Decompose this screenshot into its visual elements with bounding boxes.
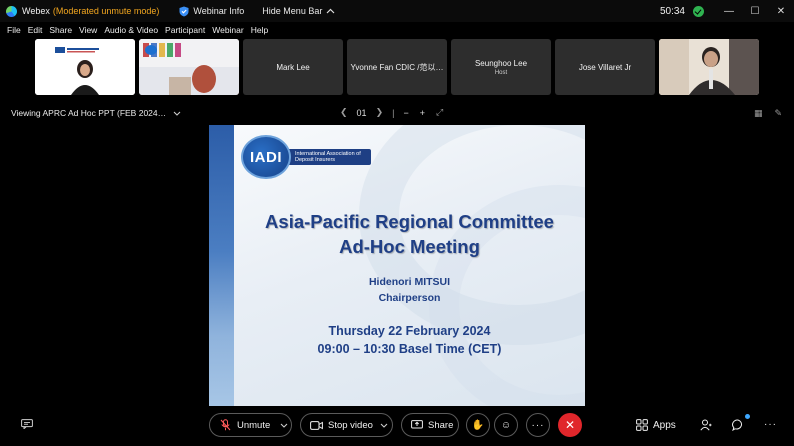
muted-microphone-icon bbox=[220, 419, 231, 431]
unmute-mode-label: (Moderated unmute mode) bbox=[52, 6, 160, 16]
participant-name: Seunghoo Lee bbox=[474, 58, 528, 68]
apps-button[interactable]: Apps bbox=[636, 419, 676, 431]
unmute-label: Unmute bbox=[237, 419, 271, 431]
shared-content-title: Viewing APRC Ad Hoc PPT (FEB 2024… bbox=[11, 108, 167, 118]
iadi-logo-mark: IADI bbox=[241, 135, 291, 179]
menu-participant[interactable]: Participant bbox=[165, 25, 205, 35]
meeting-timer: 50:34 bbox=[659, 5, 685, 17]
layout-grid-icon[interactable]: ▦ bbox=[754, 108, 763, 119]
share-button[interactable]: Share bbox=[401, 413, 459, 437]
more-options-button[interactable]: ··· bbox=[526, 413, 550, 437]
slide-presenter-role: Chairperson bbox=[378, 292, 441, 304]
webinar-info-button[interactable]: Webinar Info bbox=[179, 6, 244, 17]
smiley-icon: ☺ bbox=[500, 419, 512, 431]
chat-bubble-icon bbox=[732, 419, 742, 431]
chat-notification-badge bbox=[745, 414, 750, 419]
previous-page-icon[interactable]: ❮ bbox=[340, 107, 348, 118]
chat-panel-button[interactable] bbox=[732, 419, 744, 431]
menu-webinar[interactable]: Webinar bbox=[212, 25, 244, 35]
connection-status-icon bbox=[693, 5, 704, 17]
unmute-button[interactable]: Unmute bbox=[209, 413, 292, 437]
participant-video-feed bbox=[139, 39, 239, 95]
stop-video-button[interactable]: Stop video bbox=[300, 413, 393, 437]
iadi-logo: IADI International Association of Deposi… bbox=[241, 135, 371, 179]
chevron-down-icon bbox=[173, 111, 181, 116]
chevron-down-icon[interactable] bbox=[280, 423, 288, 428]
participant-tile-seunghoo-lee[interactable]: Seunghoo Lee Host bbox=[451, 39, 551, 95]
slide-title-line-2: Ad-Hoc Meeting bbox=[339, 236, 480, 257]
hide-menu-bar-button[interactable]: Hide Menu Bar bbox=[262, 6, 335, 16]
fit-to-window-icon[interactable]: ⤢ bbox=[436, 107, 443, 118]
more-options-icon: ··· bbox=[764, 419, 777, 430]
participant-tile-jose-villaret[interactable]: Jose Villaret Jr bbox=[555, 39, 655, 95]
webex-logo-icon bbox=[6, 5, 17, 17]
shield-icon bbox=[179, 6, 189, 16]
stop-video-label: Stop video bbox=[328, 419, 373, 431]
more-options-icon: ··· bbox=[531, 419, 545, 431]
participant-tile-video-3[interactable] bbox=[659, 39, 759, 95]
chevron-down-icon[interactable] bbox=[380, 423, 388, 428]
close-button[interactable]: ✕ bbox=[768, 0, 794, 22]
zoom-out-icon[interactable]: − bbox=[403, 108, 408, 118]
next-page-icon[interactable]: ❯ bbox=[376, 107, 384, 118]
menu-help[interactable]: Help bbox=[251, 25, 268, 35]
reactions-button[interactable]: ☺ bbox=[494, 413, 518, 437]
slide-time: 09:00 – 10:30 Basel Time (CET) bbox=[317, 342, 502, 356]
page-number: 01 bbox=[356, 107, 367, 118]
apps-grid-icon bbox=[636, 419, 648, 431]
menu-bar: File Edit Share View Audio & Video Parti… bbox=[0, 22, 268, 38]
maximize-button[interactable]: ☐ bbox=[742, 0, 768, 22]
title-bar: Webex (Moderated unmute mode) Webinar In… bbox=[0, 0, 794, 22]
participant-role: Host bbox=[494, 69, 508, 76]
participant-tile-video-1[interactable] bbox=[35, 39, 135, 95]
zoom-in-icon[interactable]: + bbox=[420, 108, 425, 118]
shared-slide: IADI International Association of Deposi… bbox=[209, 125, 585, 406]
hide-menu-bar-label: Hide Menu Bar bbox=[262, 6, 323, 16]
app-name: Webex bbox=[22, 6, 50, 16]
participant-strip: Mark Lee Yvonne Fan CDIC /范以… Seunghoo L… bbox=[35, 39, 759, 95]
participant-tile-mark-lee[interactable]: Mark Lee bbox=[243, 39, 343, 95]
close-icon: ✕ bbox=[564, 418, 576, 432]
participant-video-feed bbox=[35, 39, 135, 95]
divider: | bbox=[392, 107, 395, 118]
participants-icon bbox=[700, 419, 712, 431]
menu-share[interactable]: Share bbox=[49, 25, 72, 35]
slide-side-stripe bbox=[209, 125, 234, 406]
leave-meeting-button[interactable]: ✕ bbox=[558, 413, 582, 437]
participant-name: Mark Lee bbox=[276, 62, 310, 72]
iadi-logo-caption: International Association of Deposit Ins… bbox=[281, 149, 371, 165]
annotate-icon[interactable]: ✎ bbox=[774, 108, 782, 119]
chevron-up-icon bbox=[326, 8, 335, 14]
participant-tile-video-2[interactable] bbox=[139, 39, 239, 95]
raise-hand-icon: ✋ bbox=[471, 419, 485, 431]
shared-content-dropdown[interactable]: Viewing APRC Ad Hoc PPT (FEB 2024… bbox=[11, 108, 181, 118]
slide-date: Thursday 22 February 2024 bbox=[328, 324, 491, 338]
apps-label: Apps bbox=[653, 419, 676, 431]
slide-pager: ❮ 01 ❯ | − + ⤢ bbox=[340, 107, 443, 118]
menu-edit[interactable]: Edit bbox=[28, 25, 43, 35]
webinar-info-label: Webinar Info bbox=[193, 6, 245, 16]
menu-audio-video[interactable]: Audio & Video bbox=[104, 25, 158, 35]
participants-panel-button[interactable] bbox=[700, 419, 712, 431]
participant-name: Jose Villaret Jr bbox=[578, 62, 632, 72]
share-screen-icon bbox=[411, 420, 423, 429]
more-panels-button[interactable]: ··· bbox=[764, 419, 777, 430]
menu-view[interactable]: View bbox=[79, 25, 97, 35]
slide-title-line-1: Asia-Pacific Regional Committee bbox=[265, 211, 554, 232]
share-label: Share bbox=[428, 419, 454, 431]
raise-hand-button[interactable]: ✋ bbox=[466, 413, 490, 437]
video-camera-icon bbox=[310, 420, 323, 430]
menu-file[interactable]: File bbox=[7, 25, 21, 35]
participant-name: Yvonne Fan CDIC /范以… bbox=[350, 62, 444, 72]
share-view-bar: Viewing APRC Ad Hoc PPT (FEB 2024… ❮ 01 … bbox=[0, 106, 794, 122]
app-title: Webex (Moderated unmute mode) bbox=[6, 5, 160, 17]
minimize-button[interactable]: — bbox=[716, 0, 742, 22]
participant-tile-yvonne-fan[interactable]: Yvonne Fan CDIC /范以… bbox=[347, 39, 447, 95]
captions-icon[interactable] bbox=[21, 419, 33, 429]
participant-video-feed bbox=[659, 39, 759, 95]
slide-presenter: Hidenori MITSUI bbox=[368, 276, 451, 288]
